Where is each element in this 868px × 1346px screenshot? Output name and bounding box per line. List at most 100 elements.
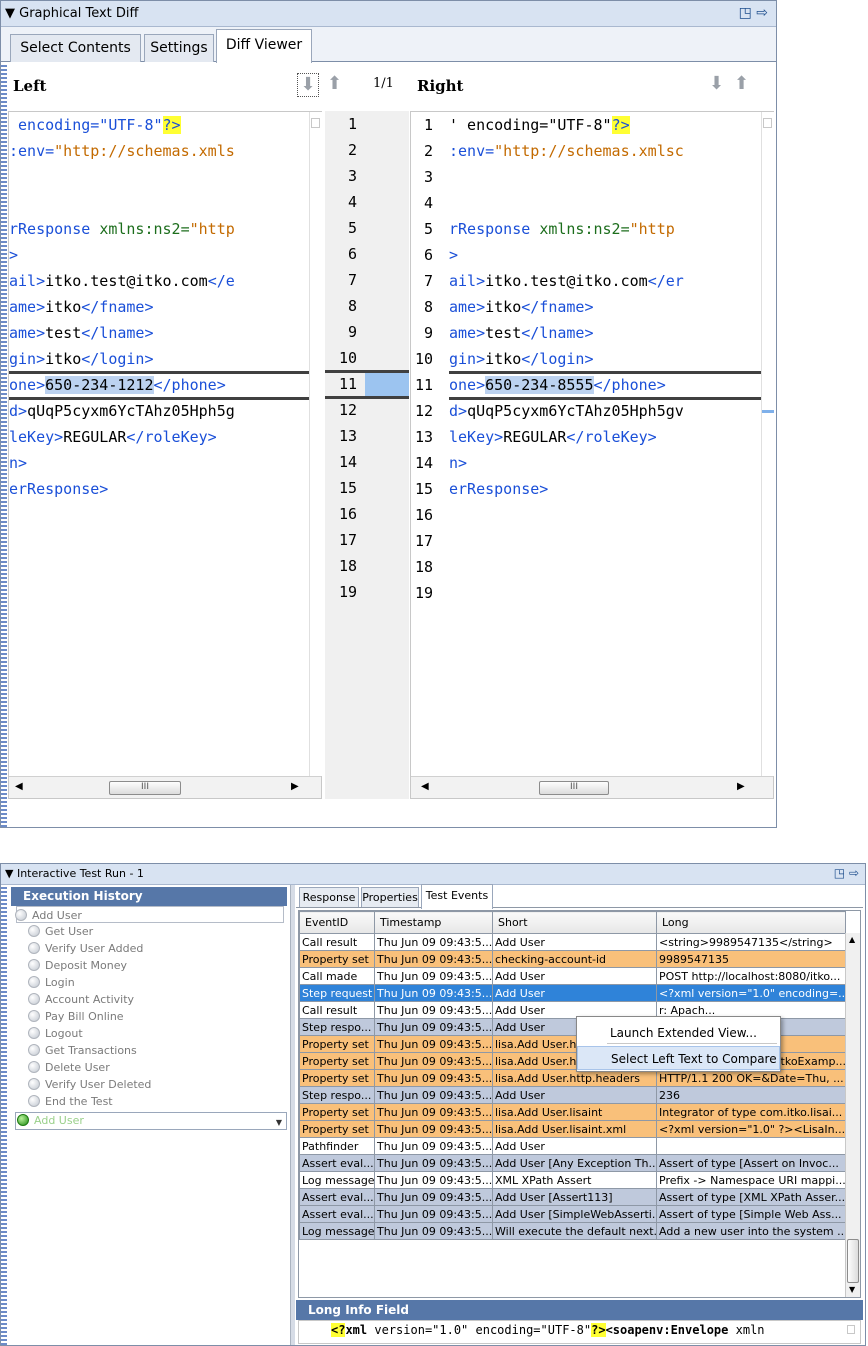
table-cell[interactable]: Add User xyxy=(492,1086,657,1104)
pin-arrow-icon[interactable]: ⇨ xyxy=(756,5,768,21)
table-cell[interactable]: Thu Jun 09 09:43:5... xyxy=(374,1154,493,1172)
table-cell[interactable]: Thu Jun 09 09:43:5... xyxy=(374,1035,493,1053)
column-header[interactable]: Short xyxy=(492,911,657,934)
table-row[interactable]: Log message Thu Jun 09 09:43:5... XML XPat… xyxy=(299,1171,846,1189)
pin-arrow-icon[interactable]: ⇨ xyxy=(849,866,859,880)
current-step-dropdown[interactable]: Add User ▼ xyxy=(15,1112,287,1130)
left-text-pane[interactable]: encoding="UTF-8"?>:env="http://schemas.x… xyxy=(8,111,322,799)
table-cell[interactable]: Step request xyxy=(299,984,375,1002)
execution-step[interactable]: Verify User Deleted xyxy=(28,1076,151,1093)
table-cell[interactable]: Add User [SimpleWebAsserti... xyxy=(492,1205,657,1223)
table-cell[interactable]: Thu Jun 09 09:43:5... xyxy=(374,1069,493,1087)
execution-step[interactable]: Add User xyxy=(15,906,284,923)
right-text-pane[interactable]: 1 2 3 4 5 6 7 8 9 10 11 12 13 14 15 16 17 18 19 ' encoding… xyxy=(410,111,774,799)
table-cell[interactable]: Thu Jun 09 09:43:5... xyxy=(374,1222,493,1240)
table-cell[interactable]: Log message xyxy=(299,1222,375,1240)
table-cell[interactable]: Add User [Assert113] xyxy=(492,1188,657,1206)
execution-step[interactable]: Get User xyxy=(28,923,93,940)
table-cell[interactable]: Add User [Any Exception Th... xyxy=(492,1154,657,1172)
tab-test-events[interactable]: Test Events xyxy=(421,884,493,909)
execution-step[interactable]: Get Transactions xyxy=(28,1042,137,1059)
scroll-up-icon[interactable]: ▲ xyxy=(849,935,855,944)
table-cell[interactable]: Call result xyxy=(299,1001,375,1019)
table-cell[interactable]: Property set xyxy=(299,1120,375,1138)
table-cell[interactable]: Call made xyxy=(299,967,375,985)
table-row[interactable]: Property set Thu Jun 09 09:43:5... lisa.Ad… xyxy=(299,1069,846,1087)
table-cell[interactable]: Pathfinder xyxy=(299,1137,375,1155)
table-cell[interactable]: Thu Jun 09 09:43:5... xyxy=(374,1052,493,1070)
right-scroll-thumb[interactable]: III xyxy=(539,781,609,795)
menu-item-launch-extended-view[interactable]: Launch Extended View... xyxy=(577,1021,780,1045)
scroll-right-icon[interactable]: ▶ xyxy=(291,781,299,792)
right-up-arrow-icon[interactable]: ⬆ xyxy=(734,73,749,94)
table-cell[interactable]: Thu Jun 09 09:43:5... xyxy=(374,984,493,1002)
table-cell[interactable]: Assert eval... xyxy=(299,1188,375,1206)
right-down-arrow-icon[interactable]: ⬇ xyxy=(709,73,724,94)
table-scroll-thumb[interactable] xyxy=(847,1239,859,1283)
table-cell[interactable]: Property set xyxy=(299,1035,375,1053)
table-cell[interactable]: lisa.Add User.lisaint xyxy=(492,1103,657,1121)
table-cell[interactable]: Thu Jun 09 09:43:5... xyxy=(374,1171,493,1189)
execution-step[interactable]: Logout xyxy=(28,1025,83,1042)
table-cell[interactable]: Step respo... xyxy=(299,1086,375,1104)
table-cell[interactable]: Thu Jun 09 09:43:5... xyxy=(374,967,493,985)
right-horizontal-scrollbar[interactable]: ◀ III ▶ xyxy=(411,776,773,798)
table-cell[interactable]: 236 xyxy=(656,1086,846,1104)
table-cell[interactable]: Add User xyxy=(492,967,657,985)
table-cell[interactable]: Assert eval... xyxy=(299,1205,375,1223)
table-cell[interactable]: POST http://localhost:8080/itko... xyxy=(656,967,846,985)
menu-item-select-left-text[interactable]: Select Left Text to Compare xyxy=(577,1046,780,1070)
execution-step[interactable]: Delete User xyxy=(28,1059,110,1076)
splitter[interactable] xyxy=(290,885,295,1345)
long-info-field[interactable]: <?xml version="1.0" encoding="UTF-8"?><s… xyxy=(298,1320,861,1344)
scroll-left-icon[interactable]: ◀ xyxy=(421,781,429,792)
table-cell[interactable]: Assert eval... xyxy=(299,1154,375,1172)
table-cell[interactable]: Thu Jun 09 09:43:5... xyxy=(374,933,493,951)
table-cell[interactable]: Thu Jun 09 09:43:5... xyxy=(374,1001,493,1019)
table-cell[interactable]: Add a new user into the system ... xyxy=(656,1222,846,1240)
table-cell[interactable]: Thu Jun 09 09:43:5... xyxy=(374,950,493,968)
table-row[interactable]: Property set Thu Jun 09 09:43:5... checkin… xyxy=(299,950,846,968)
table-cell[interactable]: Thu Jun 09 09:43:5... xyxy=(374,1018,493,1036)
table-row[interactable]: Pathfinder Thu Jun 09 09:43:5... Add User xyxy=(299,1137,846,1155)
table-cell[interactable]: Step respo... xyxy=(299,1018,375,1036)
table-row[interactable]: Property set Thu Jun 09 09:43:5... lisa.Ad… xyxy=(299,1103,846,1121)
execution-step[interactable]: End the Test xyxy=(28,1093,113,1110)
table-row[interactable]: Step request Thu Jun 09 09:43:5... Add Use… xyxy=(299,984,846,1002)
table-cell[interactable]: Thu Jun 09 09:43:5... xyxy=(374,1137,493,1155)
table-cell[interactable]: Thu Jun 09 09:43:5... xyxy=(374,1120,493,1138)
table-cell[interactable]: Call result xyxy=(299,933,375,951)
table-cell[interactable]: checking-account-id xyxy=(492,950,657,968)
panel-title[interactable]: ▼ Graphical Text Diff xyxy=(5,1,138,27)
chevron-down-icon[interactable]: ▼ xyxy=(276,1115,282,1131)
table-cell[interactable] xyxy=(656,1137,846,1155)
table-cell[interactable]: Add User xyxy=(492,984,657,1002)
execution-step[interactable]: Verify User Added xyxy=(28,940,143,957)
column-header[interactable]: Timestamp xyxy=(374,911,493,934)
table-row[interactable]: Assert eval... Thu Jun 09 09:43:5... Add U… xyxy=(299,1154,846,1172)
table-row[interactable]: Assert eval... Thu Jun 09 09:43:5... Add U… xyxy=(299,1188,846,1206)
tab-diff-viewer[interactable]: Diff Viewer xyxy=(216,29,312,63)
table-cell[interactable]: Property set xyxy=(299,1069,375,1087)
table-cell[interactable]: <?xml version="1.0" encoding=... xyxy=(656,984,846,1002)
table-cell[interactable]: 9989547135 xyxy=(656,950,846,968)
column-header[interactable]: EventID xyxy=(299,911,375,934)
table-cell[interactable]: lisa.Add User.lisaint.xml xyxy=(492,1120,657,1138)
tab-select-contents[interactable]: Select Contents xyxy=(10,34,141,62)
table-cell[interactable]: Integrator of type com.itko.lisai... xyxy=(656,1103,846,1121)
table-vertical-scrollbar[interactable]: ▲ ▼ xyxy=(845,933,860,1297)
table-cell[interactable]: Thu Jun 09 09:43:5... xyxy=(374,1188,493,1206)
table-cell[interactable]: HTTP/1.1 200 OK=&Date=Thu, ... xyxy=(656,1069,846,1087)
table-cell[interactable]: Property set xyxy=(299,1103,375,1121)
table-cell[interactable]: Thu Jun 09 09:43:5... xyxy=(374,1205,493,1223)
table-cell[interactable]: lisa.Add User.http.headers xyxy=(492,1069,657,1087)
tab-settings[interactable]: Settings xyxy=(144,34,214,62)
table-cell[interactable]: <string>9989547135</string> xyxy=(656,933,846,951)
float-window-icon[interactable]: ◳ xyxy=(739,5,752,21)
table-row[interactable]: Log message Thu Jun 09 09:43:5... Will exe… xyxy=(299,1222,846,1240)
table-cell[interactable]: Prefix -> Namespace URI mappi... xyxy=(656,1171,846,1189)
left-horizontal-scrollbar[interactable]: ◀ III ▶ xyxy=(9,776,321,798)
column-header[interactable]: Long xyxy=(656,911,846,934)
table-cell[interactable]: Assert of type [Simple Web Ass... xyxy=(656,1205,846,1223)
table-row[interactable]: Assert eval... Thu Jun 09 09:43:5... Add U… xyxy=(299,1205,846,1223)
